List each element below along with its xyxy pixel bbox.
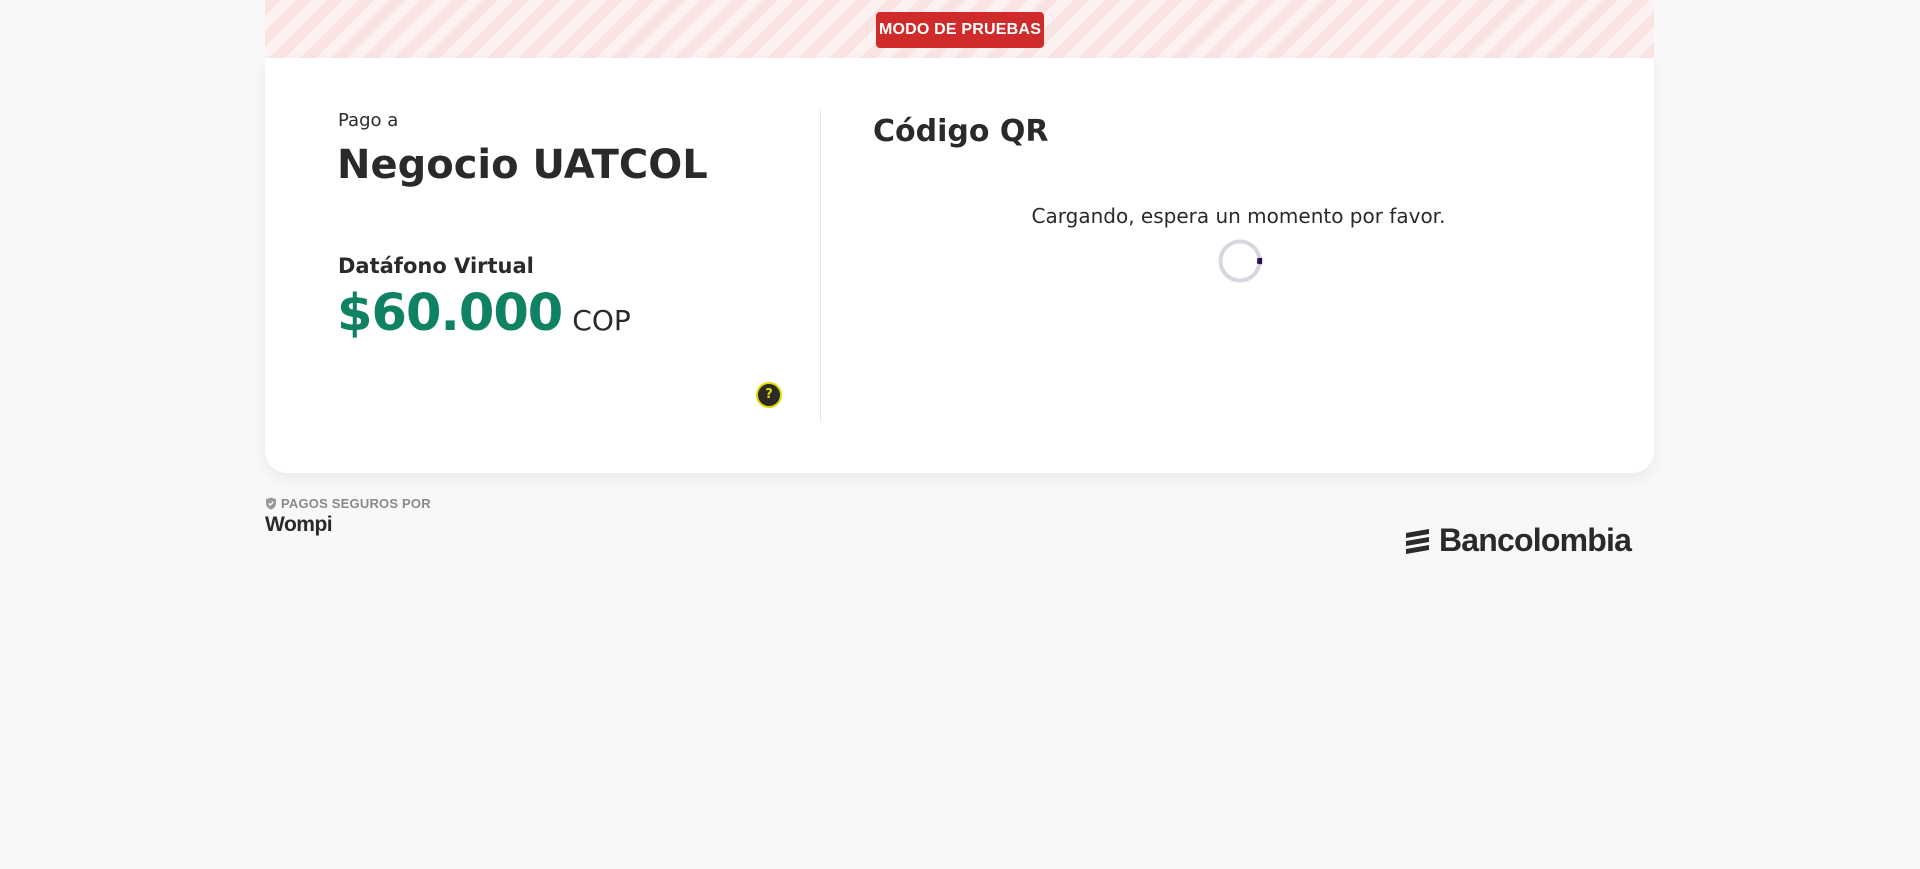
- merchant-name: Negocio UATCOL: [337, 142, 708, 188]
- help-icon[interactable]: ?: [756, 382, 782, 408]
- bancolombia-logo: Bancolombia: [1403, 522, 1632, 559]
- amount-value: $60.000: [337, 284, 563, 343]
- test-mode-banner: MODO DE PRUEBAS: [265, 0, 1654, 60]
- bancolombia-logo-icon: [1406, 528, 1429, 554]
- checkout-card: Pago a Negocio UATCOL Datáfono Virtual $…: [265, 58, 1654, 473]
- wompi-logo: Wompi: [265, 513, 333, 536]
- qr-panel: Código QR Cargando, espera un momento po…: [821, 58, 1654, 473]
- payment-summary: Pago a Negocio UATCOL Datáfono Virtual $…: [265, 58, 820, 473]
- currency-code: COP: [572, 304, 631, 337]
- amount-row: $60.000 COP: [337, 284, 631, 343]
- test-mode-badge: MODO DE PRUEBAS: [876, 12, 1044, 48]
- secure-payments-label: PAGOS SEGUROS POR: [265, 496, 431, 511]
- loading-message: Cargando, espera un momento por favor.: [1031, 204, 1446, 228]
- bancolombia-wordmark: Bancolombia: [1439, 522, 1632, 558]
- secure-payments-text: PAGOS SEGUROS POR: [281, 496, 431, 511]
- product-name: Datáfono Virtual: [338, 254, 534, 278]
- loading-spinner-icon: [1218, 239, 1263, 283]
- qr-title: Código QR: [873, 114, 1049, 149]
- shield-check-icon: [266, 497, 276, 510]
- pay-to-label: Pago a: [338, 110, 399, 131]
